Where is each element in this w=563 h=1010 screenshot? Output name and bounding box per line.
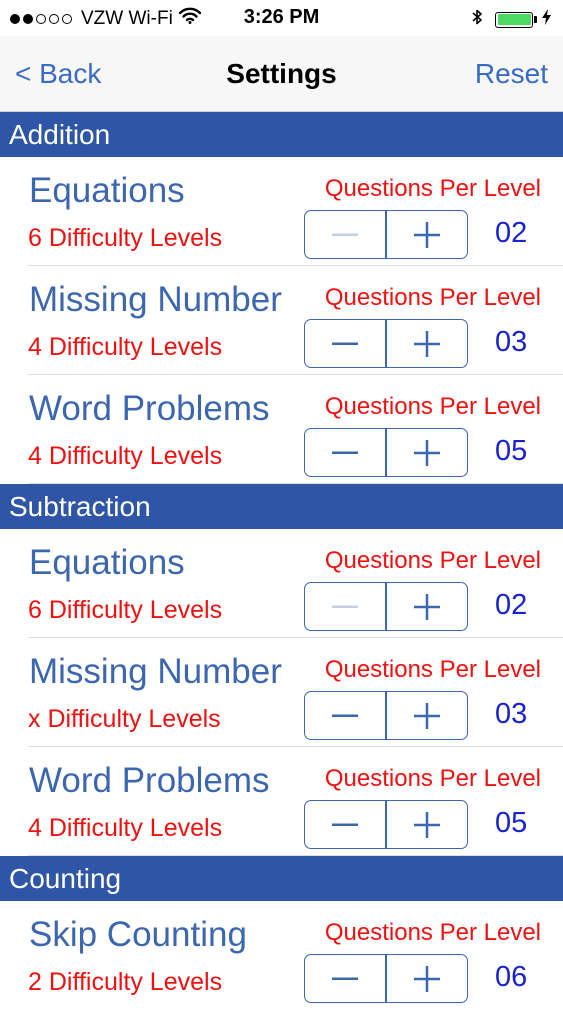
increment-button[interactable] xyxy=(387,801,467,848)
battery-icon xyxy=(495,11,533,28)
row-title: Word Problems xyxy=(29,761,270,800)
questions-per-level-label: Questions Per Level xyxy=(324,919,541,946)
decrement-button[interactable] xyxy=(305,583,385,630)
reset-button[interactable]: Reset xyxy=(475,58,548,90)
difficulty-levels-label: 4 Difficulty Levels xyxy=(28,814,223,842)
questions-per-level-label: Questions Per Level xyxy=(324,175,541,202)
row-title: Skip Counting xyxy=(29,915,247,954)
questions-per-level-value: 03 xyxy=(495,326,528,358)
difficulty-levels-label: 4 Difficulty Levels xyxy=(28,442,223,470)
questions-per-level-label: Questions Per Level xyxy=(324,656,541,683)
questions-per-level-value: 02 xyxy=(495,589,528,621)
section-header-addition: Addition xyxy=(0,112,563,157)
section-header-counting: Counting xyxy=(0,856,563,901)
row-title: Word Problems xyxy=(29,389,270,428)
settings-row[interactable]: Missing Number 4 Difficulty Levels Questio… xyxy=(0,266,563,375)
questions-stepper[interactable] xyxy=(304,800,468,849)
row-title: Equations xyxy=(29,543,185,582)
minus-icon xyxy=(332,823,359,826)
settings-row[interactable]: Equations 6 Difficulty Levels Questions Pe… xyxy=(0,157,563,266)
increment-button[interactable] xyxy=(387,211,467,258)
status-right xyxy=(472,8,551,31)
settings-row[interactable]: Missing Number x Difficulty Levels Questio… xyxy=(0,638,563,747)
increment-button[interactable] xyxy=(387,692,467,739)
questions-stepper[interactable] xyxy=(304,428,468,477)
questions-stepper[interactable] xyxy=(304,691,468,740)
settings-row[interactable]: Word Problems 4 Difficulty Levels Question… xyxy=(0,747,563,856)
minus-icon xyxy=(332,451,359,454)
minus-icon xyxy=(332,233,359,236)
questions-per-level-value: 05 xyxy=(495,435,528,467)
difficulty-levels-label: 6 Difficulty Levels xyxy=(28,224,223,252)
questions-per-level-label: Questions Per Level xyxy=(324,765,541,792)
questions-stepper[interactable] xyxy=(304,319,468,368)
questions-per-level-value: 02 xyxy=(495,217,528,249)
battery-level xyxy=(497,14,531,25)
questions-per-level-label: Questions Per Level xyxy=(324,393,541,420)
questions-per-level-value: 06 xyxy=(495,961,528,993)
questions-per-level-label: Questions Per Level xyxy=(324,547,541,574)
row-title: Missing Number xyxy=(29,652,282,691)
row-title: Missing Number xyxy=(29,280,282,319)
difficulty-levels-label: 2 Difficulty Levels xyxy=(28,968,223,996)
decrement-button[interactable] xyxy=(305,692,385,739)
difficulty-levels-label: 6 Difficulty Levels xyxy=(28,596,223,624)
section-header-subtraction: Subtraction xyxy=(0,484,563,529)
plus-icon xyxy=(413,330,440,357)
increment-button[interactable] xyxy=(387,955,467,1002)
settings-row[interactable]: Equations 6 Difficulty Levels Questions Pe… xyxy=(0,529,563,638)
settings-row[interactable]: Skip Counting 2 Difficulty Levels Question… xyxy=(0,901,563,1010)
increment-button[interactable] xyxy=(387,583,467,630)
battery-tip xyxy=(534,16,537,23)
decrement-button[interactable] xyxy=(305,955,385,1002)
row-title: Equations xyxy=(29,171,185,210)
settings-list[interactable]: Addition Equations 6 Difficulty Levels Ques… xyxy=(0,112,563,1010)
decrement-button[interactable] xyxy=(305,801,385,848)
increment-button[interactable] xyxy=(387,429,467,476)
row-separator xyxy=(28,855,563,856)
navigation-bar: < Back Settings Reset xyxy=(0,36,563,112)
settings-row[interactable]: Word Problems 4 Difficulty Levels Question… xyxy=(0,375,563,484)
plus-icon xyxy=(413,965,440,992)
decrement-button[interactable] xyxy=(305,429,385,476)
row-separator xyxy=(28,483,563,484)
decrement-button[interactable] xyxy=(305,211,385,258)
plus-icon xyxy=(413,811,440,838)
increment-button[interactable] xyxy=(387,320,467,367)
plus-icon xyxy=(413,702,440,729)
plus-icon xyxy=(413,221,440,248)
status-bar: VZW Wi-Fi 3:26 PM xyxy=(0,0,563,36)
questions-stepper[interactable] xyxy=(304,210,468,259)
minus-icon xyxy=(332,714,359,717)
difficulty-levels-label: 4 Difficulty Levels xyxy=(28,333,223,361)
questions-stepper[interactable] xyxy=(304,954,468,1003)
minus-icon xyxy=(332,342,359,345)
difficulty-levels-label: x Difficulty Levels xyxy=(28,705,221,733)
plus-icon xyxy=(413,593,440,620)
questions-per-level-value: 03 xyxy=(495,698,528,730)
back-button[interactable]: < Back xyxy=(15,58,101,90)
bluetooth-icon xyxy=(472,8,483,31)
questions-per-level-label: Questions Per Level xyxy=(324,284,541,311)
charging-bolt-icon xyxy=(542,9,551,30)
questions-stepper[interactable] xyxy=(304,582,468,631)
decrement-button[interactable] xyxy=(305,320,385,367)
minus-icon xyxy=(332,605,359,608)
minus-icon xyxy=(332,977,359,980)
plus-icon xyxy=(413,439,440,466)
questions-per-level-value: 05 xyxy=(495,807,528,839)
